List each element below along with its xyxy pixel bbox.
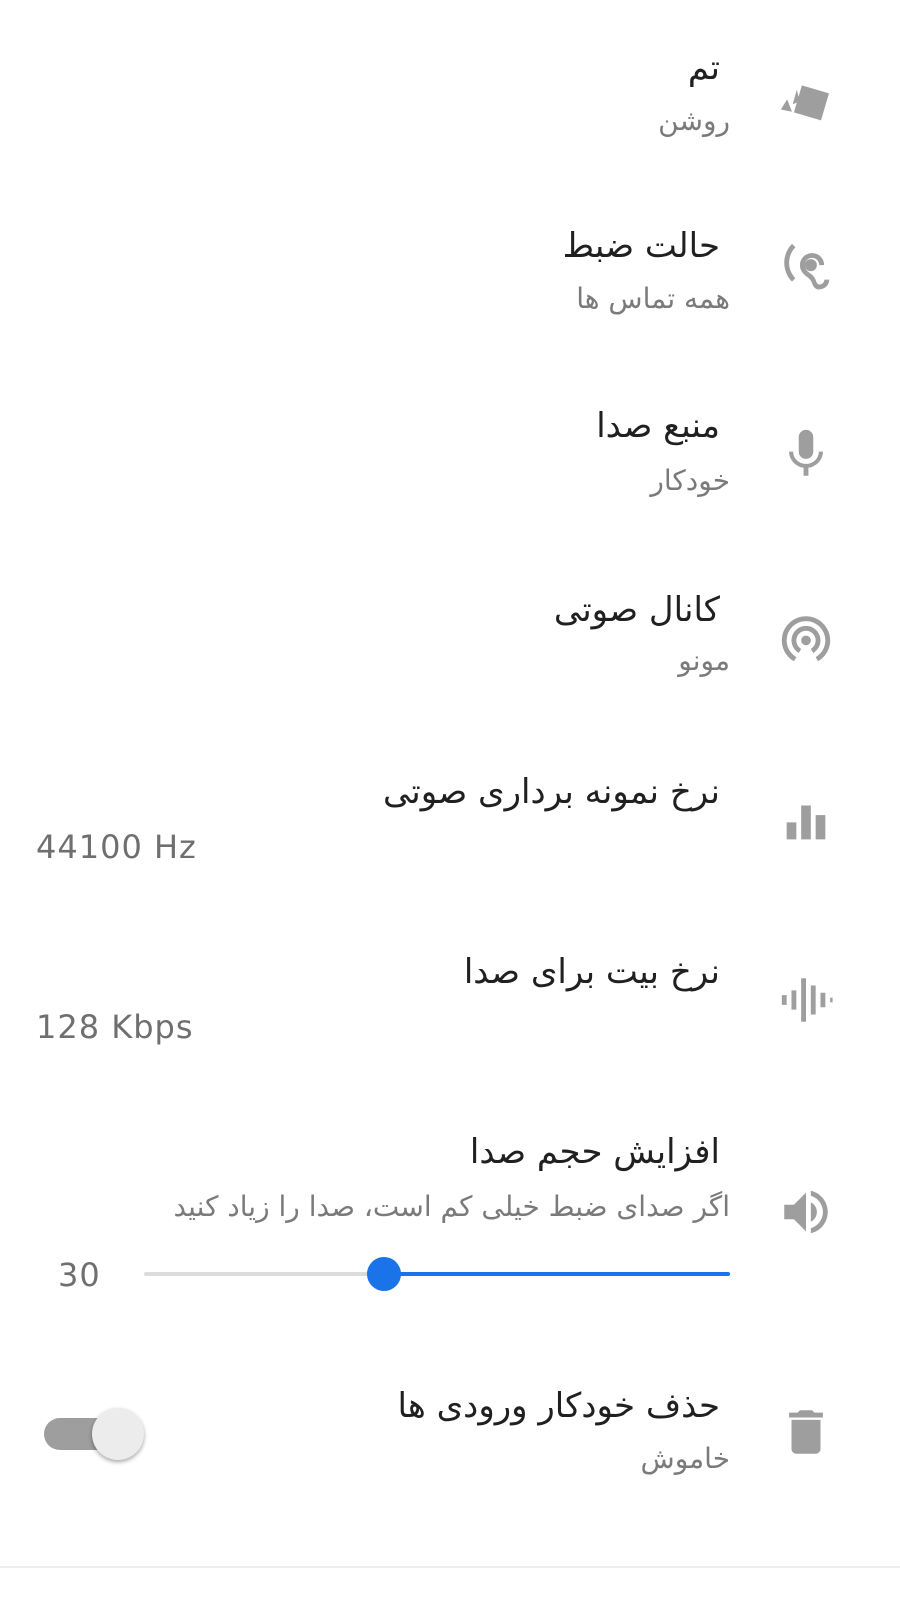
settings-screen: تم روشن حالت ضبط همه تماس ها منبع صدا خو… bbox=[0, 0, 900, 1600]
setting-title: تم bbox=[687, 48, 720, 88]
setting-title: کانال صوتی bbox=[553, 590, 720, 630]
setting-volume-boost: افزایش حجم صدا اگر صدای ضبط خیلی کم است،… bbox=[0, 1100, 900, 1340]
setting-summary: خاموش bbox=[640, 1442, 730, 1475]
setting-summary: مونو bbox=[678, 644, 730, 677]
volume-slider[interactable] bbox=[144, 1257, 730, 1291]
speaker-icon bbox=[776, 1182, 836, 1242]
setting-summary: همه تماس ها bbox=[576, 282, 730, 315]
setting-summary: روشن bbox=[658, 104, 730, 137]
microphone-icon bbox=[776, 424, 836, 484]
setting-summary: خودکار bbox=[650, 464, 730, 497]
setting-title: حالت ضبط bbox=[562, 226, 720, 266]
setting-value: 128 Kbps bbox=[36, 1008, 194, 1046]
setting-value: 44100 Hz bbox=[36, 828, 197, 866]
setting-bitrate[interactable]: نرخ بیت برای صدا 128 Kbps bbox=[0, 900, 900, 1080]
setting-title: منبع صدا bbox=[596, 406, 720, 446]
slider-fill bbox=[384, 1272, 730, 1276]
broadcast-icon bbox=[776, 608, 836, 668]
waveform-icon bbox=[776, 970, 836, 1030]
divider bbox=[0, 1566, 900, 1568]
palette-icon bbox=[776, 66, 836, 126]
trash-icon bbox=[776, 1402, 836, 1462]
setting-summary: اگر صدای ضبط خیلی کم است، صدا را زیاد کن… bbox=[173, 1190, 730, 1223]
slider-thumb[interactable] bbox=[367, 1257, 402, 1291]
auto-delete-switch[interactable] bbox=[44, 1404, 150, 1464]
setting-title: نرخ بیت برای صدا bbox=[463, 952, 720, 992]
slider-value: 30 bbox=[58, 1256, 101, 1294]
setting-title: افزایش حجم صدا bbox=[469, 1132, 720, 1172]
setting-theme[interactable]: تم روشن bbox=[0, 0, 900, 180]
switch-thumb bbox=[92, 1408, 144, 1460]
setting-auto-delete[interactable]: حذف خودکار ورودی ها خاموش bbox=[0, 1350, 900, 1530]
setting-recording-mode[interactable]: حالت ضبط همه تماس ها bbox=[0, 180, 900, 360]
ear-icon bbox=[776, 240, 836, 300]
setting-title: نرخ نمونه برداری صوتی bbox=[382, 772, 720, 812]
setting-audio-channel[interactable]: کانال صوتی مونو bbox=[0, 540, 900, 720]
bar-chart-icon bbox=[776, 790, 836, 850]
setting-title: حذف خودکار ورودی ها bbox=[397, 1386, 720, 1426]
setting-audio-source[interactable]: منبع صدا خودکار bbox=[0, 360, 900, 540]
setting-sample-rate[interactable]: نرخ نمونه برداری صوتی 44100 Hz bbox=[0, 720, 900, 900]
